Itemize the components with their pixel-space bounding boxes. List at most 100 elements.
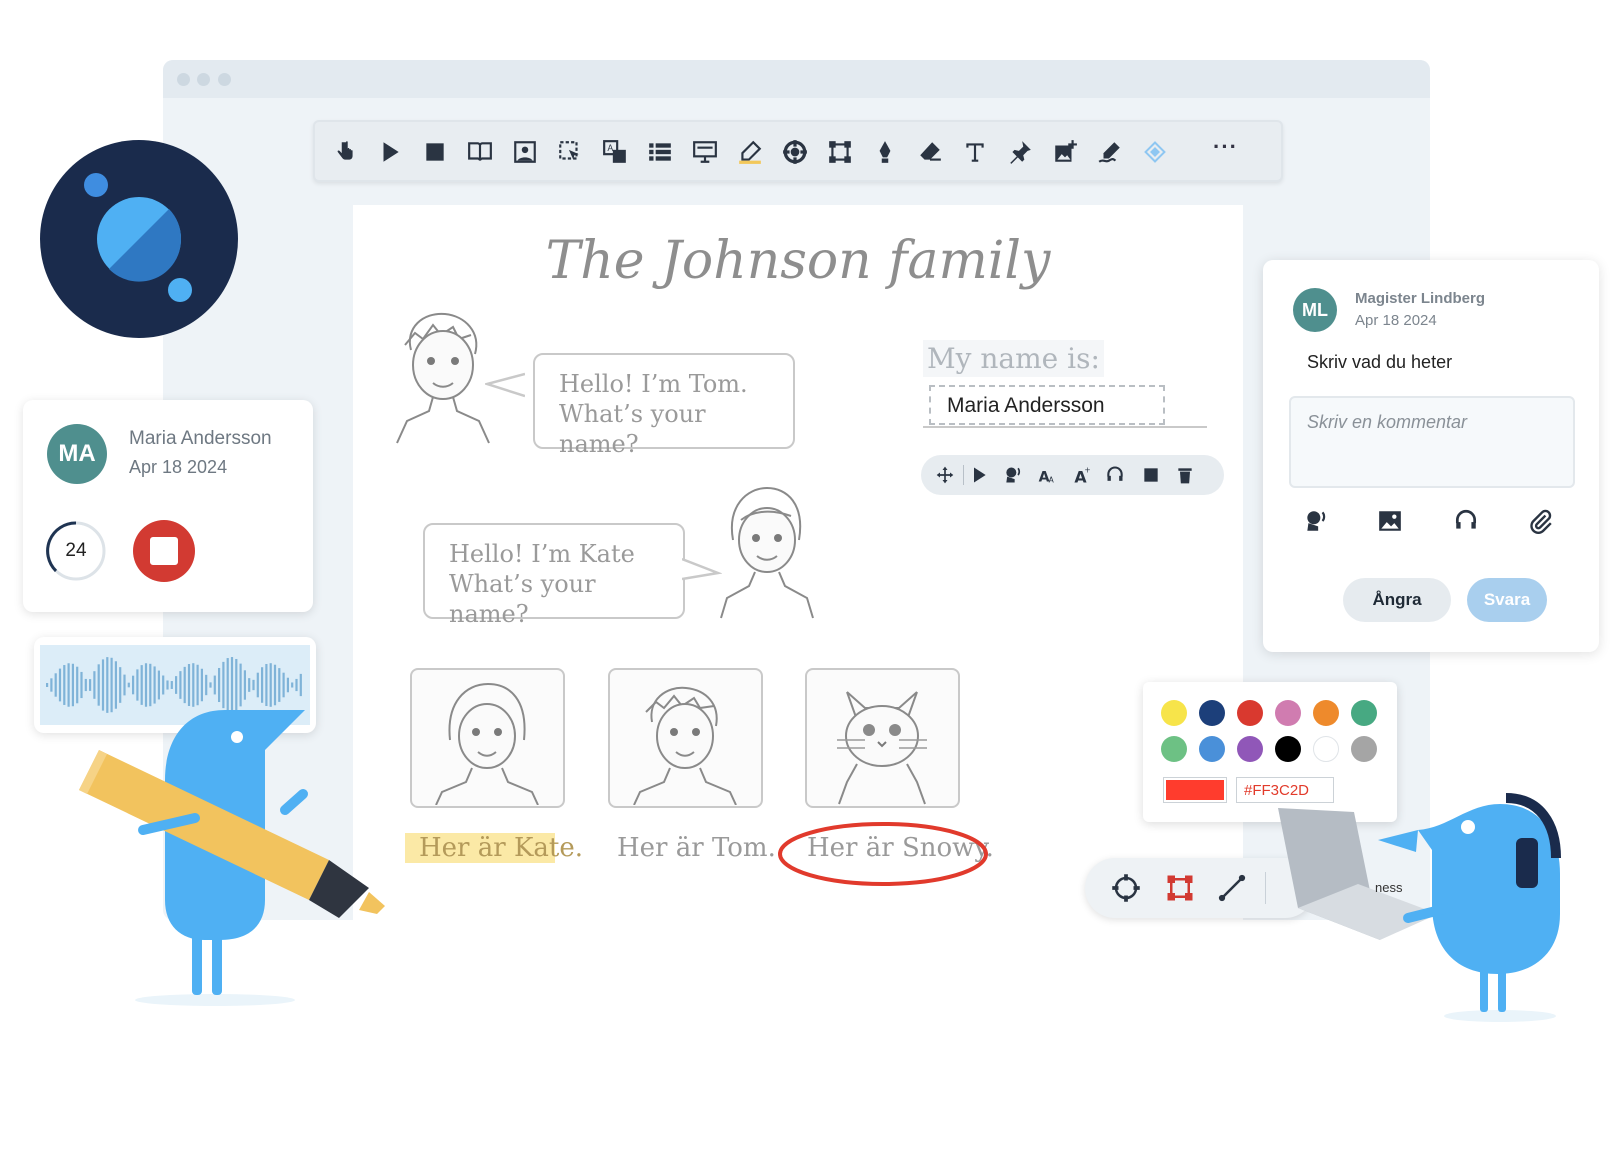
color-swatch[interactable]: [1199, 736, 1225, 762]
color-swatch[interactable]: [1351, 736, 1377, 762]
picture-frame-tom: [608, 668, 763, 808]
font-size-large-icon[interactable]: A +: [1069, 463, 1093, 487]
attachment-icon[interactable]: [1527, 508, 1553, 539]
line-tool-icon[interactable]: [1215, 871, 1249, 905]
bird-highlighter-illustration: [79, 710, 385, 1006]
transform-icon[interactable]: [824, 136, 856, 168]
lifebuoy-icon[interactable]: [779, 136, 811, 168]
undo-button[interactable]: Ångra: [1343, 578, 1451, 622]
color-swatch[interactable]: [1199, 700, 1225, 726]
circle-annotation[interactable]: [776, 819, 991, 889]
stop-icon[interactable]: [1139, 463, 1163, 487]
window-titlebar: [163, 60, 1430, 98]
speech-bubble-tom: Hello! I’m Tom. What’s your name?: [533, 353, 795, 458]
transform-icon[interactable]: [1163, 871, 1197, 905]
list-icon[interactable]: [644, 136, 676, 168]
app-logo: [40, 140, 238, 338]
bubble-tom-line1: Hello! I’m Tom.: [559, 370, 748, 398]
image-icon[interactable]: [1377, 508, 1403, 539]
image-icon[interactable]: [509, 136, 541, 168]
pen-nib-icon[interactable]: [869, 136, 901, 168]
current-color-box[interactable]: [1163, 777, 1227, 803]
kate-sketch-image: [720, 486, 814, 619]
color-swatch[interactable]: [1351, 700, 1377, 726]
name-underline: [923, 426, 1207, 428]
main-toolbar: A ···: [313, 120, 1283, 182]
stop-recording-button[interactable]: [133, 520, 195, 582]
color-swatch[interactable]: [1237, 700, 1263, 726]
more-options-icon[interactable]: ···: [1213, 134, 1238, 160]
svg-text:A: A: [1049, 476, 1055, 485]
name-input[interactable]: Maria Andersson: [929, 385, 1165, 425]
delete-icon[interactable]: [1173, 463, 1197, 487]
book-icon[interactable]: [464, 136, 496, 168]
select-icon[interactable]: [554, 136, 586, 168]
highlighter-icon[interactable]: [734, 136, 766, 168]
bubble-tail-tom: [485, 372, 525, 398]
bubble-tom-line2: What’s your name?: [559, 400, 706, 458]
stop-icon[interactable]: [419, 136, 451, 168]
picture-frame-snowy: [805, 668, 960, 808]
headset-icon[interactable]: [1453, 508, 1479, 539]
color-swatch[interactable]: [1275, 736, 1301, 762]
student-card: MA Maria Andersson Apr 18 2024 24: [23, 400, 313, 612]
touch-icon[interactable]: [329, 136, 361, 168]
font-size-small-icon[interactable]: AA: [1035, 463, 1059, 487]
snowy-cat-portrait-image: [837, 691, 927, 805]
kate-portrait-image: [435, 682, 539, 806]
translate-icon[interactable]: A: [599, 136, 631, 168]
signature-icon[interactable]: [1094, 136, 1126, 168]
worksheet-page: The Johnson family Hello! I’m Tom. What’…: [353, 205, 1243, 925]
tom-portrait-image: [633, 686, 737, 806]
current-color-swatch: [1166, 780, 1224, 800]
bubble-kate-line1: Hello! I’m Kate: [449, 540, 635, 568]
color-swatch[interactable]: [1237, 736, 1263, 762]
caption-tom: Her är Tom.: [617, 833, 776, 863]
comment-author: Magister Lindberg: [1355, 290, 1486, 307]
play-icon[interactable]: [374, 136, 406, 168]
toolbar-divider: [1265, 872, 1266, 904]
reply-button[interactable]: Svara: [1467, 578, 1547, 622]
bubble-kate-line2: What’s your name?: [449, 570, 596, 628]
diamond-icon[interactable]: [1139, 136, 1171, 168]
color-swatch[interactable]: [1313, 700, 1339, 726]
picture-frame-kate: [410, 668, 565, 808]
lifebuoy-icon[interactable]: [1109, 871, 1143, 905]
logo-mark-icon: [84, 173, 192, 302]
speak-icon[interactable]: [1001, 463, 1025, 487]
comment-input[interactable]: Skriv en kommentar: [1289, 396, 1575, 488]
worksheet-title: The Johnson family: [545, 231, 1051, 291]
presentation-icon[interactable]: [689, 136, 721, 168]
bird-laptop-illustration: [1278, 793, 1561, 1022]
toolbar-divider: [963, 465, 964, 485]
move-icon[interactable]: [933, 463, 957, 487]
timer-count: 24: [65, 540, 87, 561]
headset-icon[interactable]: [1103, 463, 1127, 487]
speak-icon[interactable]: [1303, 508, 1329, 539]
color-swatch[interactable]: [1275, 700, 1301, 726]
comment-date: Apr 18 2024: [1355, 312, 1437, 329]
svg-text:A: A: [607, 144, 613, 154]
my-name-label: My name is:: [923, 340, 1104, 377]
color-swatch[interactable]: [1161, 736, 1187, 762]
pin-icon[interactable]: [1004, 136, 1036, 168]
window-dot-maximize[interactable]: [218, 73, 231, 86]
student-name: Maria Andersson: [129, 428, 272, 449]
text-icon[interactable]: [959, 136, 991, 168]
teacher-avatar: ML: [1293, 288, 1337, 332]
caption-kate: Her är Kate.: [419, 833, 583, 863]
window-dot-minimize[interactable]: [197, 73, 210, 86]
add-image-icon[interactable]: [1049, 136, 1081, 168]
svg-text:+: +: [1084, 466, 1090, 475]
comment-panel: ML Magister Lindberg Apr 18 2024 Skriv v…: [1263, 260, 1599, 652]
color-swatch[interactable]: [1161, 700, 1187, 726]
student-avatar: MA: [47, 424, 107, 484]
eraser-icon[interactable]: [914, 136, 946, 168]
play-icon[interactable]: [967, 463, 991, 487]
color-swatch[interactable]: [1313, 736, 1339, 762]
student-date: Apr 18 2024: [129, 457, 228, 477]
stop-icon: [150, 537, 178, 565]
window-dot-close[interactable]: [177, 73, 190, 86]
laptop-screen-text: ness: [1375, 880, 1403, 895]
comment-message: Skriv vad du heter: [1307, 352, 1453, 372]
